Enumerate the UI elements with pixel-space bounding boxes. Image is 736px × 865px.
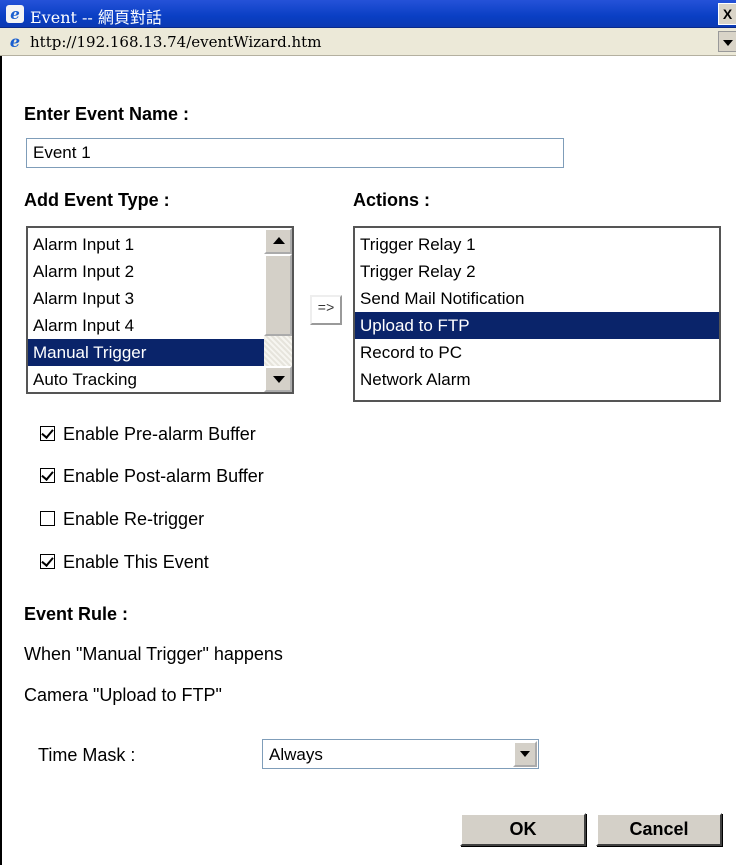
enable-event-label: Enable This Event [63, 552, 209, 572]
pre-alarm-buffer-option[interactable]: Enable Pre-alarm Buffer [40, 424, 256, 448]
chevron-down-icon[interactable] [718, 31, 736, 52]
chevron-down-icon[interactable] [513, 741, 537, 767]
event-type-scrollbar[interactable] [264, 228, 292, 392]
time-mask-value: Always [269, 745, 323, 764]
action-item[interactable]: Trigger Relay 1 [355, 231, 719, 258]
retrigger-option[interactable]: Enable Re-trigger [40, 509, 204, 533]
event-rule-action-text: Camera "Upload to FTP" [24, 685, 222, 705]
event-type-item[interactable]: Alarm Input 3 [28, 285, 266, 312]
cancel-button[interactable]: Cancel [596, 813, 722, 846]
ok-button[interactable]: OK [460, 813, 586, 846]
ie-icon: e [6, 5, 24, 23]
action-item-selected[interactable]: Upload to FTP [355, 312, 719, 339]
window-titlebar: e Event -- 網頁對話 X [0, 0, 736, 28]
action-item[interactable]: Record to PC [355, 339, 719, 366]
action-item[interactable]: Send Mail Notification [355, 285, 719, 312]
enable-event-checkbox[interactable] [40, 554, 55, 569]
enable-event-option[interactable]: Enable This Event [40, 552, 209, 576]
address-bar: e http://192.168.13.74/eventWizard.htm [0, 28, 736, 56]
pre-alarm-buffer-label: Enable Pre-alarm Buffer [63, 424, 256, 444]
actions-listbox[interactable]: Trigger Relay 1 Trigger Relay 2 Send Mai… [353, 226, 721, 402]
event-rule-heading: Event Rule : [24, 604, 129, 624]
event-type-listbox[interactable]: Alarm Input 1 Alarm Input 2 Alarm Input … [26, 226, 294, 394]
post-alarm-buffer-option[interactable]: Enable Post-alarm Buffer [40, 466, 264, 490]
close-icon[interactable]: X [718, 3, 736, 25]
retrigger-label: Enable Re-trigger [63, 509, 205, 529]
post-alarm-buffer-label: Enable Post-alarm Buffer [63, 466, 264, 486]
event-type-item[interactable]: Alarm Input 2 [28, 258, 266, 285]
action-item[interactable]: Network Alarm [355, 366, 719, 393]
event-type-item[interactable]: Alarm Input 1 [28, 231, 266, 258]
window-title: Event -- 網頁對話 [30, 8, 162, 27]
address-url: http://192.168.13.74/eventWizard.htm [30, 33, 322, 51]
actions-heading: Actions : [353, 190, 431, 210]
event-name-input[interactable] [26, 138, 564, 168]
event-type-item[interactable]: Auto Tracking [28, 366, 266, 392]
retrigger-checkbox[interactable] [40, 511, 55, 526]
event-type-item[interactable]: Alarm Input 4 [28, 312, 266, 339]
time-mask-label: Time Mask : [38, 745, 136, 765]
pre-alarm-buffer-checkbox[interactable] [40, 426, 55, 441]
time-mask-select[interactable]: Always [262, 739, 539, 769]
scroll-down-icon[interactable] [264, 366, 292, 392]
window-left-border [0, 56, 2, 865]
scroll-up-icon[interactable] [264, 228, 292, 254]
page-icon: e [9, 32, 21, 51]
event-type-item-selected[interactable]: Manual Trigger [28, 339, 266, 366]
action-item[interactable]: Trigger Relay 2 [355, 258, 719, 285]
event-rule-trigger-text: When "Manual Trigger" happens [24, 644, 283, 664]
event-type-heading: Add Event Type : [24, 190, 170, 210]
post-alarm-buffer-checkbox[interactable] [40, 468, 55, 483]
scrollbar-thumb[interactable] [264, 254, 292, 336]
event-name-heading: Enter Event Name : [24, 104, 190, 124]
add-event-type-button[interactable]: => [310, 295, 342, 325]
